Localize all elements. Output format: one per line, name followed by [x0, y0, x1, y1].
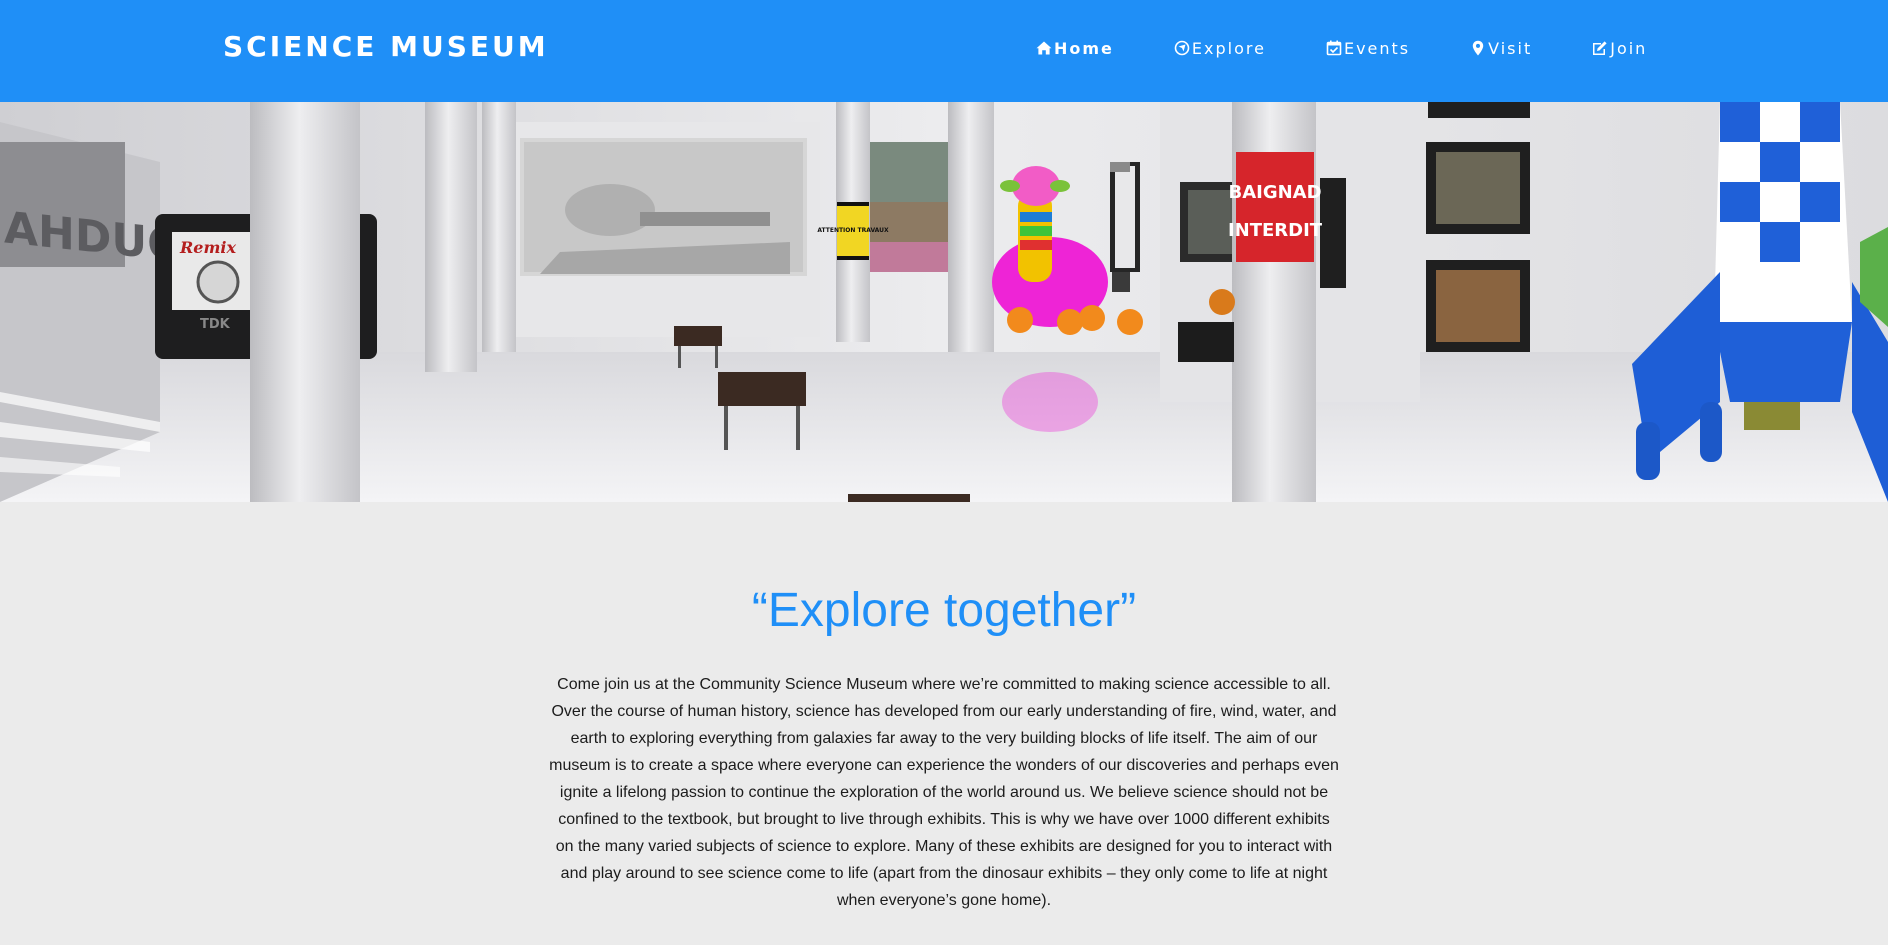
compass-icon — [1174, 40, 1190, 56]
nav-visit[interactable]: Visit — [1470, 39, 1532, 58]
nav-events-label: Events — [1343, 38, 1411, 58]
nav-visit-label: Visit — [1488, 38, 1533, 58]
nav-explore[interactable]: Explore — [1174, 39, 1266, 58]
main-nav: Home Explore Events Visit Join — [1036, 36, 1707, 60]
edit-icon — [1592, 40, 1608, 56]
nav-explore-label: Explore — [1191, 38, 1266, 58]
nav-events[interactable]: Events — [1326, 39, 1410, 58]
svg-text:INTERDIT: INTERDIT — [1228, 220, 1323, 241]
svg-text:BAIGNAD: BAIGNAD — [1228, 182, 1321, 203]
svg-text:Remix: Remix — [179, 238, 236, 257]
intro-paragraph: Come join us at the Community Science Mu… — [549, 676, 1339, 909]
map-marker-icon — [1470, 40, 1486, 56]
robot-painting — [520, 138, 807, 276]
pumpkin — [1209, 289, 1235, 315]
baignade-sign: BAIGNAD INTERDIT — [1228, 152, 1323, 262]
home-icon — [1036, 40, 1052, 56]
site-logo[interactable]: SCIENCE MUSEUM — [223, 30, 549, 64]
intro-title: “Explore together” — [751, 584, 1137, 637]
top-navbar: SCIENCE MUSEUM Home Explore Events Visit — [0, 0, 1888, 102]
nav-join-label: Join — [1610, 38, 1648, 58]
nav-join[interactable]: Join — [1592, 39, 1647, 58]
nav-home-label: Home — [1054, 38, 1114, 58]
svg-text:TDK: TDK — [200, 317, 231, 332]
hero-banner: AHDUOSJI Remix TDK ATTENTION TRAVAUX BAI… — [0, 102, 1888, 502]
museum-hall-image: AHDUOSJI Remix TDK ATTENTION TRAVAUX BAI… — [0, 102, 1888, 502]
svg-text:ATTENTION TRAVAUX: ATTENTION TRAVAUX — [817, 227, 889, 234]
nav-home[interactable]: Home — [1036, 39, 1114, 58]
calendar-check-icon — [1326, 40, 1342, 56]
shelf — [1178, 322, 1234, 362]
